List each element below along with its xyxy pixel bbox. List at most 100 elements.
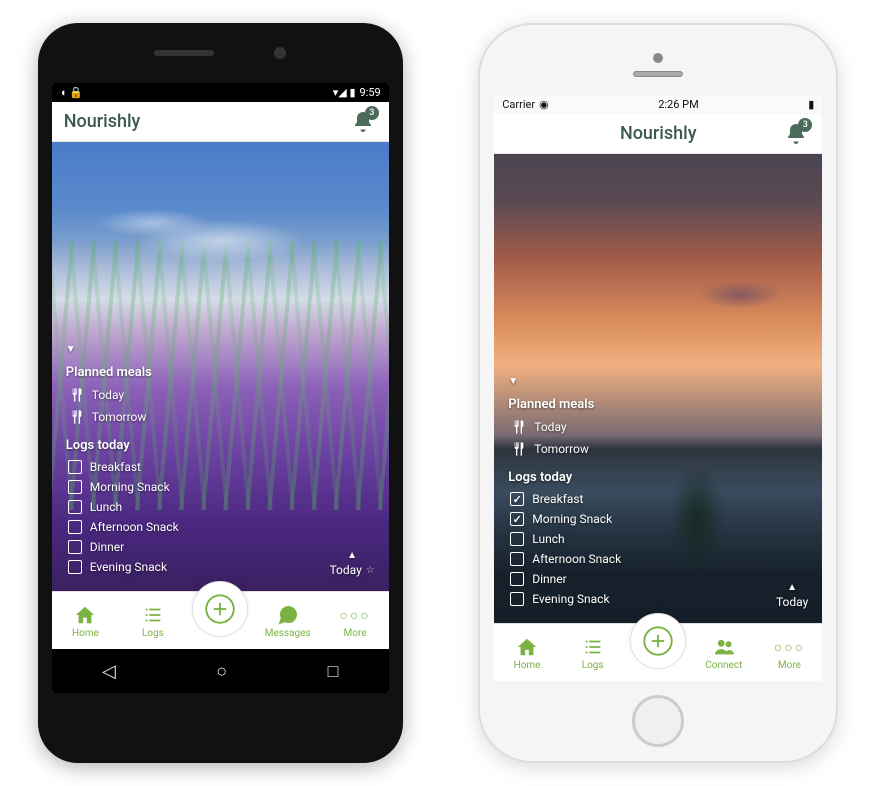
wifi-icon: ◉ xyxy=(539,98,549,111)
log-label: Morning Snack xyxy=(532,512,612,526)
chat-icon xyxy=(277,604,299,626)
checkbox-icon xyxy=(510,592,524,606)
notifications-button[interactable]: 3 xyxy=(349,108,377,136)
chevron-up-icon: ▲ xyxy=(787,582,797,593)
log-item[interactable]: Afternoon Snack xyxy=(66,517,375,537)
android-nav-bar: ◁ ○ □ xyxy=(52,649,389,693)
app-header: Nourishly 3 xyxy=(52,102,389,142)
tab-more[interactable]: ○○○ More xyxy=(757,636,823,671)
log-label: Evening Snack xyxy=(90,560,167,574)
star-icon: ☆ xyxy=(366,565,375,576)
planned-meal-tomorrow[interactable]: Tomorrow xyxy=(66,406,375,428)
page-title: Nourishly xyxy=(64,111,141,132)
log-item[interactable]: Lunch xyxy=(508,529,808,549)
checkbox-icon xyxy=(510,572,524,586)
tab-bar: Home Logs Connect ○○○ More xyxy=(494,623,822,681)
ios-status-bar: Carrier ◉ 2:26 PM ▮ xyxy=(494,95,822,114)
tab-logs[interactable]: Logs xyxy=(560,636,626,671)
add-button[interactable] xyxy=(630,613,686,669)
home-softkey[interactable]: ○ xyxy=(216,661,227,682)
log-label: Breakfast xyxy=(90,460,141,474)
android-phone-mock: ◖ 🔒 ▾◢ ▮ 9:59 Nourishly 3 ▼ Planned meal… xyxy=(38,23,403,763)
log-item[interactable]: Breakfast xyxy=(66,457,375,477)
tab-messages[interactable]: Messages xyxy=(254,604,321,639)
notification-badge: 3 xyxy=(365,106,379,120)
status-time: 2:26 PM xyxy=(658,98,698,111)
utensils-icon xyxy=(68,409,84,425)
status-icons-left: ◖ 🔒 xyxy=(60,86,83,99)
log-label: Breakfast xyxy=(532,492,583,506)
log-label: Afternoon Snack xyxy=(532,552,621,566)
page-title: Nourishly xyxy=(620,123,697,144)
people-icon xyxy=(713,636,735,658)
planned-meal-tomorrow[interactable]: Tomorrow xyxy=(508,438,808,460)
tab-connect[interactable]: Connect xyxy=(691,636,757,671)
checkbox-icon xyxy=(68,460,82,474)
tab-logs[interactable]: Logs xyxy=(119,604,186,639)
log-item[interactable]: Morning Snack xyxy=(66,477,375,497)
more-icon: ○○○ xyxy=(344,604,366,626)
today-expand-button[interactable]: ▲ Today xyxy=(776,582,808,609)
back-button[interactable]: ◁ xyxy=(102,661,116,682)
battery-icon: ▮ xyxy=(808,98,814,111)
log-item[interactable]: Breakfast xyxy=(508,489,808,509)
chevron-up-icon: ▲ xyxy=(347,550,357,561)
planned-meal-today[interactable]: Today xyxy=(508,416,808,438)
home-hero: ▼ Planned meals Today Tomorrow Logs toda… xyxy=(494,154,822,623)
log-item[interactable]: Dinner xyxy=(508,569,808,589)
planned-meals-header[interactable]: ▼ xyxy=(508,376,808,387)
log-item[interactable]: Morning Snack xyxy=(508,509,808,529)
tab-bar: Home Logs Messages ○○○ More xyxy=(52,591,389,649)
checkbox-icon xyxy=(510,532,524,546)
more-icon: ○○○ xyxy=(778,636,800,658)
checkbox-icon xyxy=(510,492,524,506)
home-hero: ▼ Planned meals Today Tomorrow Logs toda… xyxy=(52,142,389,591)
log-item[interactable]: Evening Snack xyxy=(508,589,808,609)
list-icon xyxy=(142,604,164,626)
utensils-icon xyxy=(68,387,84,403)
list-icon xyxy=(582,636,604,658)
app-header: Nourishly 3 xyxy=(494,114,822,154)
notifications-button[interactable]: 3 xyxy=(782,120,810,148)
chevron-down-icon: ▼ xyxy=(66,344,76,355)
checkbox-icon xyxy=(68,540,82,554)
iphone-mock: Carrier ◉ 2:26 PM ▮ Nourishly 3 ▼ Planne… xyxy=(478,23,838,763)
plus-icon xyxy=(643,626,673,656)
planned-meals-header[interactable]: ▼ xyxy=(66,344,375,355)
today-expand-button[interactable]: ▲ Today☆ xyxy=(329,550,374,577)
log-item[interactable]: Lunch xyxy=(66,497,375,517)
utensils-icon xyxy=(510,441,526,457)
home-icon xyxy=(516,636,538,658)
recents-button[interactable]: □ xyxy=(328,661,339,682)
checkbox-icon xyxy=(68,480,82,494)
checkbox-icon xyxy=(510,512,524,526)
log-label: Afternoon Snack xyxy=(90,520,179,534)
checkbox-icon xyxy=(68,520,82,534)
utensils-icon xyxy=(510,419,526,435)
log-label: Lunch xyxy=(90,500,122,514)
add-button[interactable] xyxy=(192,581,248,637)
checkbox-icon xyxy=(510,552,524,566)
planned-meal-today[interactable]: Today xyxy=(66,384,375,406)
android-status-bar: ◖ 🔒 ▾◢ ▮ 9:59 xyxy=(52,83,389,102)
log-label: Dinner xyxy=(90,540,124,554)
iphone-home-button[interactable] xyxy=(632,695,684,747)
carrier-label: Carrier xyxy=(502,98,535,111)
log-label: Lunch xyxy=(532,532,564,546)
status-icons-right: ▾◢ ▮ xyxy=(333,86,356,99)
log-label: Morning Snack xyxy=(90,480,170,494)
status-time: 9:59 xyxy=(360,86,381,99)
tab-home[interactable]: Home xyxy=(494,636,560,671)
checkbox-icon xyxy=(68,560,82,574)
log-label: Evening Snack xyxy=(532,592,609,606)
plus-icon xyxy=(205,594,235,624)
tab-home[interactable]: Home xyxy=(52,604,119,639)
home-icon xyxy=(74,604,96,626)
log-item[interactable]: Dinner xyxy=(66,537,375,557)
log-label: Dinner xyxy=(532,572,566,586)
notification-badge: 3 xyxy=(798,118,812,132)
chevron-down-icon: ▼ xyxy=(508,376,518,387)
checkbox-icon xyxy=(68,500,82,514)
log-item[interactable]: Afternoon Snack xyxy=(508,549,808,569)
tab-more[interactable]: ○○○ More xyxy=(321,604,388,639)
